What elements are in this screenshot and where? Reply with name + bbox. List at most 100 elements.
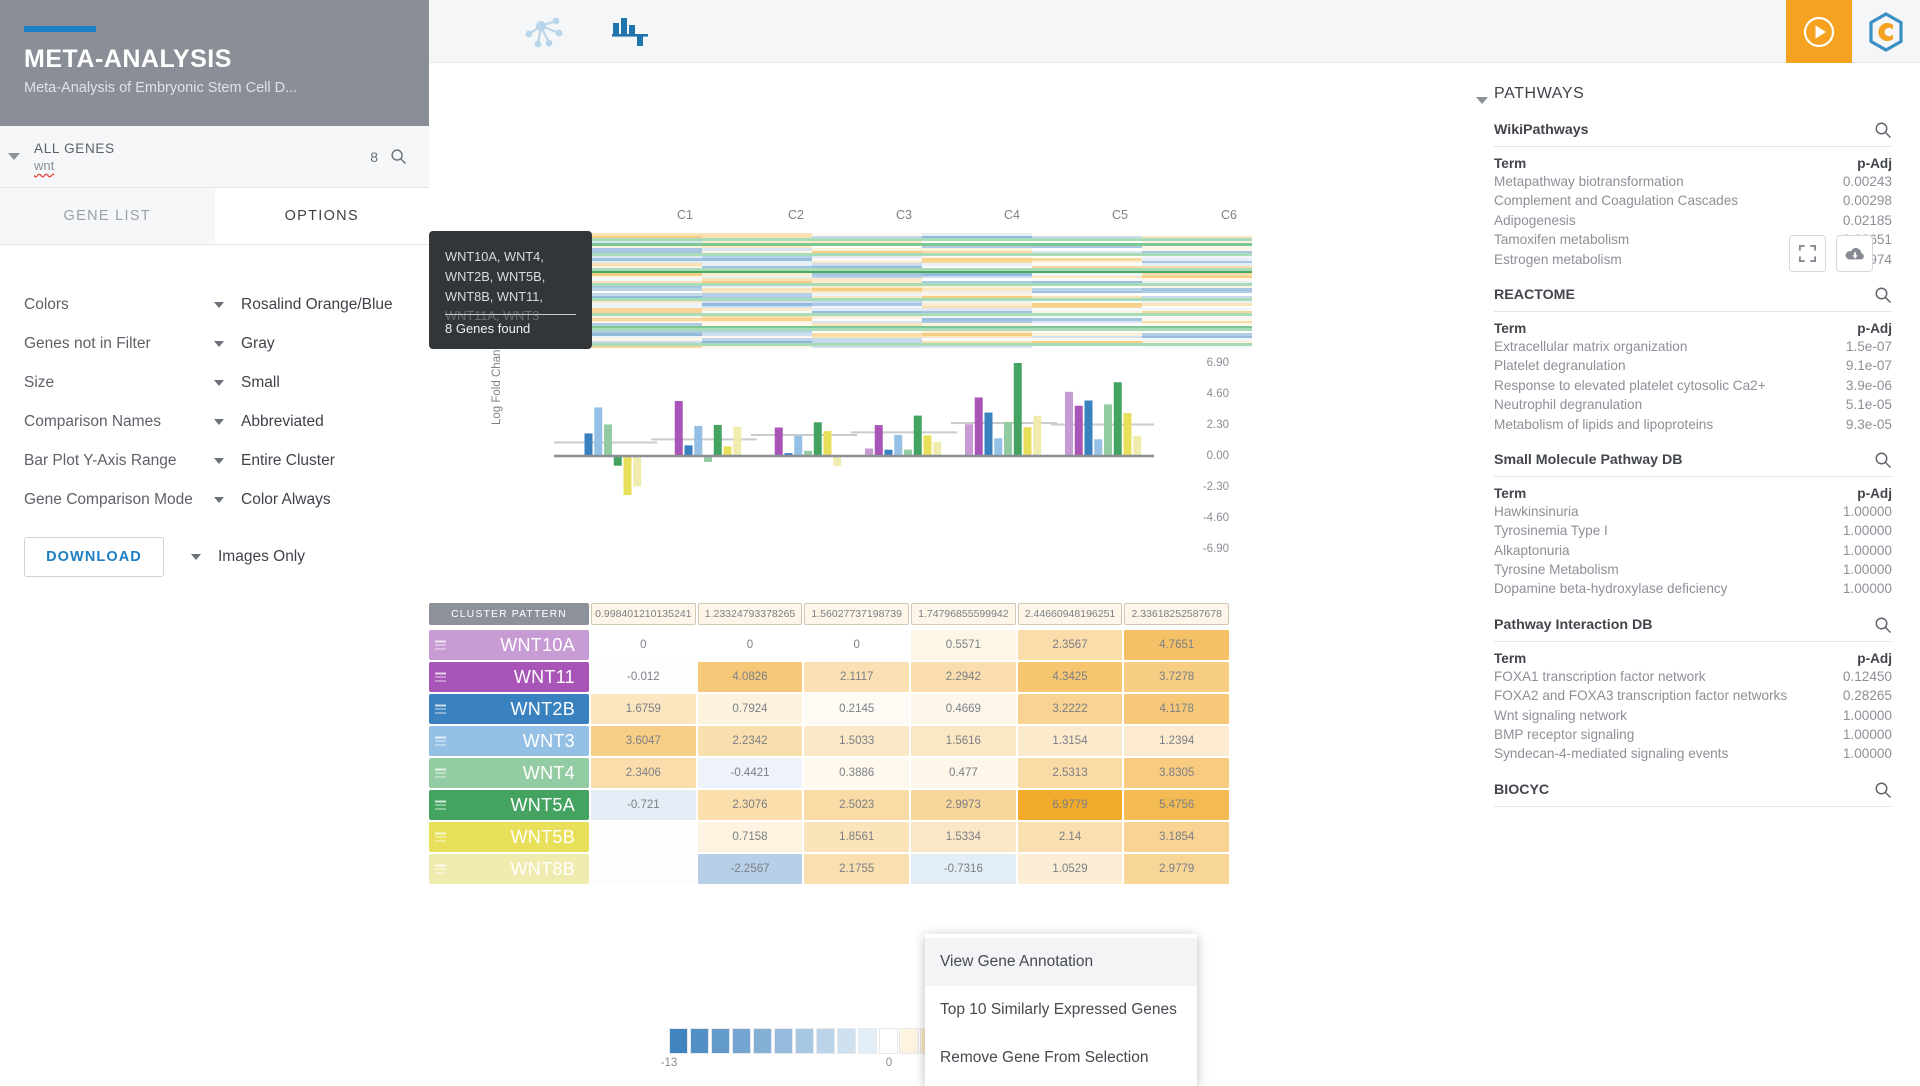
value-cell[interactable]: 3.8305 [1124, 758, 1229, 788]
value-cell[interactable]: 0.477 [911, 758, 1016, 788]
heatmap-strip[interactable] [592, 233, 1252, 348]
tab-gene-list[interactable]: GENE LIST [0, 188, 215, 244]
drag-handle-icon[interactable] [435, 801, 446, 810]
value-cell[interactable]: 1.2394 [1124, 726, 1229, 756]
chevron-down-icon[interactable] [191, 554, 201, 560]
ctx-top-10-similar-genes[interactable]: Top 10 Similarly Expressed Genes [925, 986, 1197, 1034]
value-cell[interactable]: -0.012 [591, 662, 696, 692]
value-cell[interactable]: 2.2942 [911, 662, 1016, 692]
table-row[interactable]: WNT33.60472.23421.50331.56161.31541.2394 [429, 726, 1229, 756]
search-icon[interactable] [1874, 616, 1892, 634]
option-size[interactable]: Size Small [0, 363, 429, 402]
option-gene-comparison-mode[interactable]: Gene Comparison Mode Color Always [0, 480, 429, 519]
value-cell[interactable]: -0.4421 [698, 758, 803, 788]
value-cell[interactable]: 1.8561 [804, 822, 909, 852]
option-comparison-names[interactable]: Comparison Names Abbreviated [0, 402, 429, 441]
pathway-row[interactable]: Response to elevated platelet cytosolic … [1494, 377, 1892, 394]
bar-chart-plot[interactable] [554, 363, 1154, 583]
value-cell[interactable]: 0 [804, 630, 909, 660]
table-row[interactable]: WNT2B1.67590.79240.21450.46693.22224.117… [429, 694, 1229, 724]
value-cell[interactable]: -2.2567 [698, 854, 803, 884]
table-row[interactable]: WNT5B0.71581.85611.53342.143.1854 [429, 822, 1229, 852]
ctx-view-gene-annotation[interactable]: View Gene Annotation [925, 938, 1197, 986]
value-cell[interactable]: 0.7158 [698, 822, 803, 852]
value-cell[interactable]: 4.1178 [1124, 694, 1229, 724]
pathway-row[interactable]: Wnt signaling network1.00000 [1494, 707, 1892, 724]
download-button[interactable]: DOWNLOAD [24, 537, 164, 577]
gene-name-cell[interactable]: WNT5A [429, 790, 589, 820]
all-genes-row[interactable]: ALL GENES wnt 8 [0, 126, 429, 188]
option-value[interactable]: Small [241, 374, 280, 392]
chevron-down-icon[interactable] [214, 302, 224, 308]
chevron-down-icon[interactable] [214, 458, 224, 464]
value-cell[interactable]: 0.2145 [804, 694, 909, 724]
value-cell[interactable]: 6.9779 [1018, 790, 1123, 820]
value-cell[interactable]: 3.1854 [1124, 822, 1229, 852]
value-cell[interactable]: 2.5023 [804, 790, 909, 820]
table-row[interactable]: WNT11-0.0124.08262.11172.29424.34253.727… [429, 662, 1229, 692]
value-cell[interactable]: 2.5313 [1018, 758, 1123, 788]
value-cell[interactable]: 2.3076 [698, 790, 803, 820]
value-cell[interactable]: 1.5033 [804, 726, 909, 756]
pathway-row[interactable]: Neutrophil degranulation5.1e-05 [1494, 396, 1892, 413]
value-cell[interactable]: 2.2342 [698, 726, 803, 756]
gene-name-cell[interactable]: WNT11 [429, 662, 589, 692]
value-cell[interactable]: 0 [591, 630, 696, 660]
drag-handle-icon[interactable] [435, 833, 446, 842]
value-cell[interactable]: 0.5571 [911, 630, 1016, 660]
drag-handle-icon[interactable] [435, 673, 446, 682]
play-button[interactable] [1786, 0, 1852, 63]
option-bar-plot-y-axis-range[interactable]: Bar Plot Y-Axis Range Entire Cluster [0, 441, 429, 480]
value-cell[interactable]: 0.3886 [804, 758, 909, 788]
gene-name-cell[interactable]: WNT4 [429, 758, 589, 788]
pathway-row[interactable]: Syndecan-4-mediated signaling events1.00… [1494, 745, 1892, 762]
drag-handle-icon[interactable] [435, 865, 446, 874]
drag-handle-icon[interactable] [435, 737, 446, 746]
fullscreen-button[interactable] [1789, 235, 1826, 272]
value-cell[interactable]: 0 [698, 630, 803, 660]
option-value[interactable]: Entire Cluster [241, 452, 335, 470]
value-cell[interactable]: 1.5334 [911, 822, 1016, 852]
ctx-remove-gene[interactable]: Remove Gene From Selection [925, 1034, 1197, 1082]
gene-filter-value[interactable]: wnt [34, 158, 370, 173]
pathway-row[interactable]: BMP receptor signaling1.00000 [1494, 726, 1892, 743]
pathway-row[interactable]: Tyrosine Metabolism1.00000 [1494, 561, 1892, 578]
search-icon[interactable] [1874, 286, 1892, 304]
option-value[interactable]: Color Always [241, 491, 331, 509]
value-cell[interactable]: 4.3425 [1018, 662, 1123, 692]
value-cell[interactable]: 5.4756 [1124, 790, 1229, 820]
chevron-down-icon[interactable] [8, 153, 20, 160]
value-cell[interactable]: -0.7316 [911, 854, 1016, 884]
value-cell[interactable]: 2.9779 [1124, 854, 1229, 884]
pathway-row[interactable]: Adipogenesis0.02185 [1494, 212, 1892, 229]
download-format-value[interactable]: Images Only [218, 548, 305, 566]
tab-options[interactable]: OPTIONS [215, 188, 430, 244]
value-cell[interactable]: 2.3406 [591, 758, 696, 788]
chevron-down-icon[interactable] [1476, 97, 1488, 104]
chevron-down-icon[interactable] [214, 497, 224, 503]
bar-chart-icon[interactable] [599, 8, 661, 56]
value-cell[interactable]: 2.9973 [911, 790, 1016, 820]
gene-name-cell[interactable]: WNT5B [429, 822, 589, 852]
chevron-down-icon[interactable] [214, 419, 224, 425]
value-cell[interactable]: 2.3567 [1018, 630, 1123, 660]
search-icon[interactable] [1874, 781, 1892, 799]
value-cell[interactable]: 4.0826 [698, 662, 803, 692]
value-cell[interactable]: 0.4669 [911, 694, 1016, 724]
pathway-row[interactable]: FOXA2 and FOXA3 transcription factor net… [1494, 687, 1892, 704]
pathway-row[interactable]: Metabolism of lipids and lipoproteins9.3… [1494, 416, 1892, 433]
gene-name-cell[interactable]: WNT2B [429, 694, 589, 724]
value-cell[interactable]: 1.5616 [911, 726, 1016, 756]
option-value[interactable]: Gray [241, 335, 275, 353]
pathway-row[interactable]: Dopamine beta-hydroxylase deficiency1.00… [1494, 580, 1892, 597]
drag-handle-icon[interactable] [435, 705, 446, 714]
gene-name-cell[interactable]: WNT3 [429, 726, 589, 756]
table-row[interactable]: WNT8B-2.25672.1755-0.73161.05292.9779 [429, 854, 1229, 884]
option-value[interactable]: Abbreviated [241, 413, 324, 431]
pathway-row[interactable]: Extracellular matrix organization1.5e-07 [1494, 338, 1892, 355]
value-cell[interactable] [591, 822, 696, 852]
drag-handle-icon[interactable] [435, 641, 446, 650]
chevron-down-icon[interactable] [214, 341, 224, 347]
pathway-row[interactable]: Hawkinsinuria1.00000 [1494, 503, 1892, 520]
value-cell[interactable]: 3.2222 [1018, 694, 1123, 724]
